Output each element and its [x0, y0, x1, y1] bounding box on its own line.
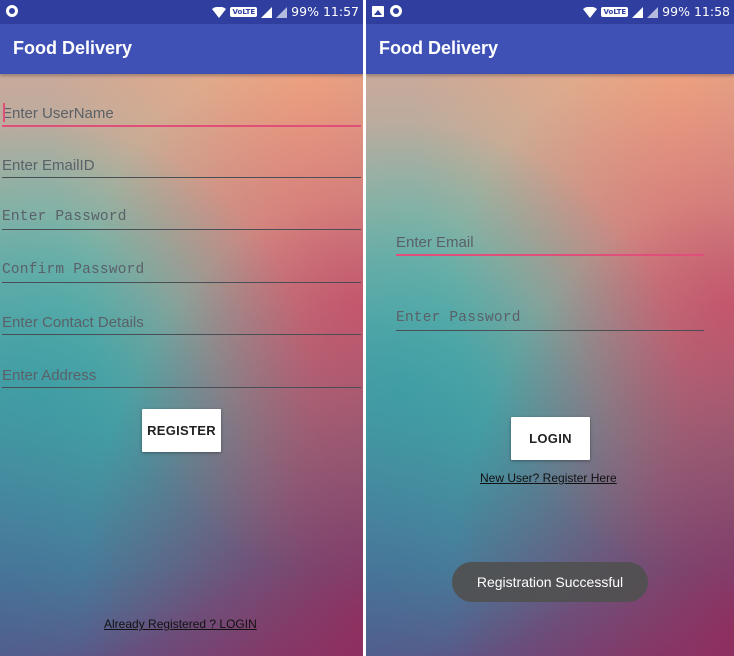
gallery-icon [372, 5, 384, 17]
app-title: Food Delivery [379, 38, 499, 58]
email-underline [2, 177, 361, 178]
signal-icon [261, 6, 273, 18]
contact-field [2, 311, 361, 335]
login-password-underline [396, 330, 704, 331]
login-email-input[interactable] [396, 231, 704, 253]
login-link[interactable]: Already Registered ? LOGIN [104, 617, 257, 631]
register-screen: VoLTE 99% 11:57 Food Delivery Enter User… [0, 0, 363, 656]
app-bar: Food Delivery [366, 24, 734, 74]
contact-input[interactable] [2, 311, 361, 333]
password-underline [2, 229, 361, 230]
register-button[interactable]: REGISTER [142, 409, 221, 452]
wifi-icon [583, 6, 598, 18]
lte-icon: VoLTE [601, 7, 629, 17]
app-title: Food Delivery [13, 38, 133, 58]
status-bar: VoLTE 99% 11:58 [366, 0, 734, 24]
confirm-password-input[interactable] [2, 259, 361, 281]
register-content: REGISTER Already Registered ? LOGIN [0, 74, 363, 656]
toast-message: Registration Successful [452, 562, 648, 602]
notification-dot-icon [6, 5, 18, 17]
battery-percent: 99% [662, 4, 690, 19]
password-input[interactable] [2, 206, 361, 228]
address-field [2, 364, 361, 388]
username-underline [2, 125, 361, 127]
register-link[interactable]: New User? Register Here [480, 471, 617, 485]
status-bar: VoLTE 99% 11:57 [0, 0, 363, 24]
email-input[interactable] [2, 154, 361, 176]
login-content: LOGIN New User? Register Here Registrati… [366, 74, 734, 656]
notification-dot-icon [390, 5, 402, 17]
status-time: 11:58 [693, 4, 730, 19]
login-screen: VoLTE 99% 11:58 Food Delivery LOGIN New … [366, 0, 734, 656]
login-password-input[interactable] [396, 307, 704, 329]
password-field [2, 206, 361, 230]
login-email-underline [396, 254, 704, 256]
username-input[interactable] [2, 102, 361, 124]
signal-icon-secondary [647, 6, 659, 18]
wifi-icon [212, 6, 227, 18]
signal-icon-secondary [276, 6, 288, 18]
confirm-password-field [2, 259, 361, 283]
status-time: 11:57 [322, 4, 359, 19]
address-underline [2, 387, 361, 388]
confirm-password-underline [2, 282, 361, 283]
app-bar: Food Delivery [0, 24, 363, 74]
lte-icon: VoLTE [230, 7, 258, 17]
login-password-field [396, 307, 704, 331]
login-button[interactable]: LOGIN [511, 417, 590, 460]
username-field [2, 102, 361, 127]
text-cursor [3, 103, 5, 122]
battery-percent: 99% [291, 4, 319, 19]
address-input[interactable] [2, 364, 361, 386]
email-field [2, 154, 361, 178]
login-email-field [396, 231, 704, 256]
contact-underline [2, 334, 361, 335]
signal-icon [632, 6, 644, 18]
